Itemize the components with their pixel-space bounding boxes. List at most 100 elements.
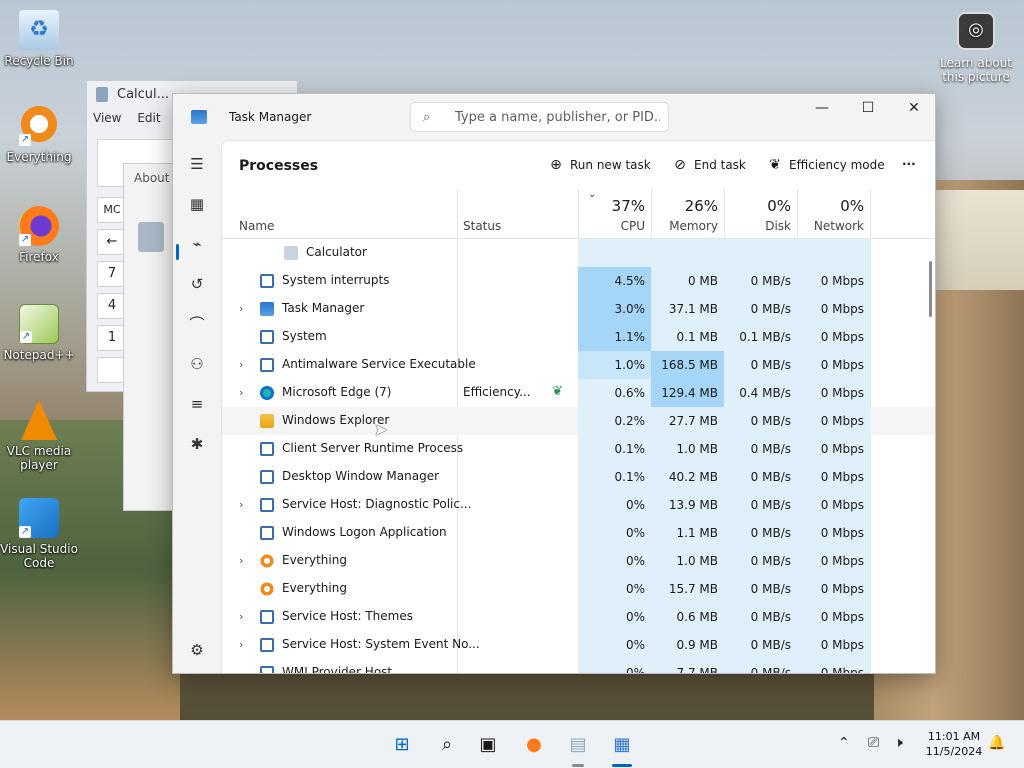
processes-icon[interactable]: ▦ <box>185 192 209 216</box>
desktop-icon-notepad-plus[interactable]: ↗ Notepad++ <box>0 304 78 362</box>
users-icon[interactable]: ⚇ <box>185 352 209 376</box>
process-cpu: 0% <box>578 575 651 603</box>
column-header-row: Name Status ⌄ 37% CPU 26% Memory 0% Disk… <box>222 189 935 239</box>
start-windows-icon[interactable]: ⊞ <box>388 731 416 759</box>
process-name: Service Host: System Event No... <box>282 637 480 651</box>
notification-bell-icon[interactable]: 🔔 <box>988 735 1005 751</box>
process-row[interactable]: › Microsoft Edge (7) Efficiency... ❦ 0.6% 129… <box>222 379 935 407</box>
search-icon[interactable]: ⌕ <box>433 731 461 759</box>
process-row[interactable]: Client Server Runtime Process 0.1% 1.0 MB 0… <box>222 435 935 463</box>
task-manager-titlebar[interactable]: Task Manager ⌕ — ☐ ✕ <box>173 94 935 140</box>
process-row[interactable]: System 1.1% 0.1 MB 0.1 MB/s 0 Mbps <box>222 323 935 351</box>
system-clock[interactable]: 11:01 AM 11/5/2024 <box>914 729 994 759</box>
close-button[interactable]: ✕ <box>891 94 935 126</box>
clock-time: 11:01 AM <box>927 730 981 743</box>
process-disk: 0 MB/s <box>724 267 797 295</box>
volume-muted-icon[interactable]: 🕨 <box>894 735 903 751</box>
process-memory: 27.7 MB <box>651 407 724 435</box>
expand-chevron-icon[interactable]: › <box>239 302 243 315</box>
task-manager-window[interactable]: Task Manager ⌕ — ☐ ✕ ☰ ▦ ⌁ ↺ ⌒ ⚇ ≡ ✱ ⚙ P… <box>172 93 936 674</box>
efficiency-mode-button[interactable]: ❦ Efficiency mode <box>767 157 885 173</box>
gear-icon <box>260 638 274 652</box>
calculator-title: Calcul... <box>117 87 170 102</box>
column-header-name[interactable]: Name <box>222 189 457 239</box>
services-icon[interactable]: ✱ <box>185 432 209 456</box>
end-task-button[interactable]: ⊘ End task <box>672 157 746 173</box>
process-row[interactable]: System interrupts 4.5% 0 MB 0 MB/s 0 Mbps <box>222 267 935 295</box>
maximize-button[interactable]: ☐ <box>845 94 891 126</box>
process-row[interactable]: › Everything 0% 1.0 MB 0 MB/s 0 Mbps <box>222 547 935 575</box>
process-network <box>797 239 870 267</box>
column-header-status[interactable]: Status <box>457 189 578 239</box>
expand-chevron-icon[interactable]: › <box>239 386 243 399</box>
performance-icon[interactable]: ⌁ <box>185 232 209 256</box>
process-row[interactable]: › Service Host: System Event No... 0% 0.9 M… <box>222 631 935 659</box>
desktop-icon-vlc[interactable]: VLC media player <box>0 400 78 472</box>
search-box[interactable]: ⌕ <box>410 102 669 132</box>
process-row[interactable]: › Antimalware Service Executable 1.0% 168.5… <box>222 351 935 379</box>
app-history-icon[interactable]: ↺ <box>185 272 209 296</box>
network-total-percent: 0% <box>840 197 864 215</box>
process-row[interactable]: WMI Provider Host 0% 7.7 MB 0 MB/s 0 Mbps <box>222 659 935 674</box>
network-icon[interactable]: ⎚ <box>868 735 879 751</box>
learn-about-picture-label: Learn about this picture <box>940 56 1012 84</box>
show-hidden-icons-chevron-icon[interactable]: ⌃ <box>838 735 850 751</box>
expand-chevron-icon[interactable]: › <box>239 358 243 371</box>
more-options-button[interactable]: ··· <box>902 157 916 171</box>
process-row[interactable]: › Service Host: Themes 0% 0.6 MB 0 MB/s 0 Mbp… <box>222 603 935 631</box>
process-row[interactable]: › Service Host: Diagnostic Polic... 0% 13.9… <box>222 491 935 519</box>
process-status: Efficiency... <box>463 385 531 399</box>
column-header-status-label: Status <box>463 219 502 233</box>
process-row[interactable]: Windows Logon Application 0% 1.1 MB 0 MB/s 0… <box>222 519 935 547</box>
search-input[interactable] <box>455 107 660 127</box>
process-window-icon <box>284 246 298 260</box>
process-disk: 0 MB/s <box>724 659 797 673</box>
column-header-disk[interactable]: 0% Disk <box>724 189 797 239</box>
process-disk: 0 MB/s <box>724 351 797 379</box>
run-new-task-button[interactable]: ⊕ Run new task <box>548 157 651 173</box>
memory-total-percent: 26% <box>684 197 718 215</box>
folder-icon <box>260 414 274 428</box>
calculator-menu-edit[interactable]: Edit <box>137 111 160 125</box>
process-memory: 40.2 MB <box>651 463 724 491</box>
task-view-icon[interactable]: ▣ <box>474 731 502 759</box>
nav-selection-indicator <box>176 244 179 260</box>
hamburger-menu-icon[interactable]: ☰ <box>185 152 209 176</box>
settings-gear-icon[interactable]: ⚙ <box>185 638 209 662</box>
process-disk: 0.4 MB/s <box>724 379 797 407</box>
desktop-icon-recycle-bin[interactable]: ♻ Recycle Bin <box>0 10 78 68</box>
vertical-scrollbar-thumb[interactable] <box>929 261 932 317</box>
process-row[interactable]: Calculator <box>222 239 935 267</box>
desktop-icon-vscode[interactable]: ↗ Visual Studio Code <box>0 498 78 570</box>
expand-chevron-icon[interactable]: › <box>239 638 243 651</box>
minimize-button[interactable]: — <box>799 94 845 126</box>
task-manager-icon[interactable]: ▦ <box>608 731 636 759</box>
process-window-icon <box>260 526 274 540</box>
column-header-memory[interactable]: 26% Memory <box>651 189 724 239</box>
expand-chevron-icon[interactable]: › <box>239 610 243 623</box>
process-network: 0 Mbps <box>797 407 870 435</box>
calculator-icon[interactable]: ▤ <box>564 731 592 759</box>
process-memory: 0.1 MB <box>651 323 724 351</box>
desktop-icon-firefox[interactable]: ↗ Firefox <box>0 206 78 264</box>
startup-apps-icon[interactable]: ⌒ <box>185 312 209 336</box>
process-name: WMI Provider Host <box>282 665 393 674</box>
process-cpu: 4.5% <box>578 267 651 295</box>
process-row[interactable]: Desktop Window Manager 0.1% 40.2 MB 0 MB/s 0… <box>222 463 935 491</box>
process-disk: 0 MB/s <box>724 603 797 631</box>
process-name: Service Host: Themes <box>282 609 413 623</box>
learn-about-picture[interactable]: ◎ Learn about this picture <box>940 12 1012 84</box>
expand-chevron-icon[interactable]: › <box>239 498 243 511</box>
details-icon[interactable]: ≡ <box>185 392 209 416</box>
expand-chevron-icon[interactable]: › <box>239 554 243 567</box>
process-row[interactable]: Everything 0% 15.7 MB 0 MB/s 0 Mbps <box>222 575 935 603</box>
column-header-network[interactable]: 0% Network <box>797 189 870 239</box>
desktop-icon-everything[interactable]: ↗ Everything <box>0 106 78 164</box>
process-name: Windows Logon Application <box>282 525 447 539</box>
process-disk: 0 MB/s <box>724 547 797 575</box>
column-header-cpu[interactable]: ⌄ 37% CPU <box>578 189 651 239</box>
process-row[interactable]: › Task Manager 3.0% 37.1 MB 0 MB/s 0 Mbps <box>222 295 935 323</box>
process-row[interactable]: Windows Explorer 0.2% 27.7 MB 0 MB/s 0 Mbps <box>222 407 935 435</box>
calculator-menu-view[interactable]: View <box>93 111 121 125</box>
firefox-icon[interactable]: ● <box>520 731 548 759</box>
